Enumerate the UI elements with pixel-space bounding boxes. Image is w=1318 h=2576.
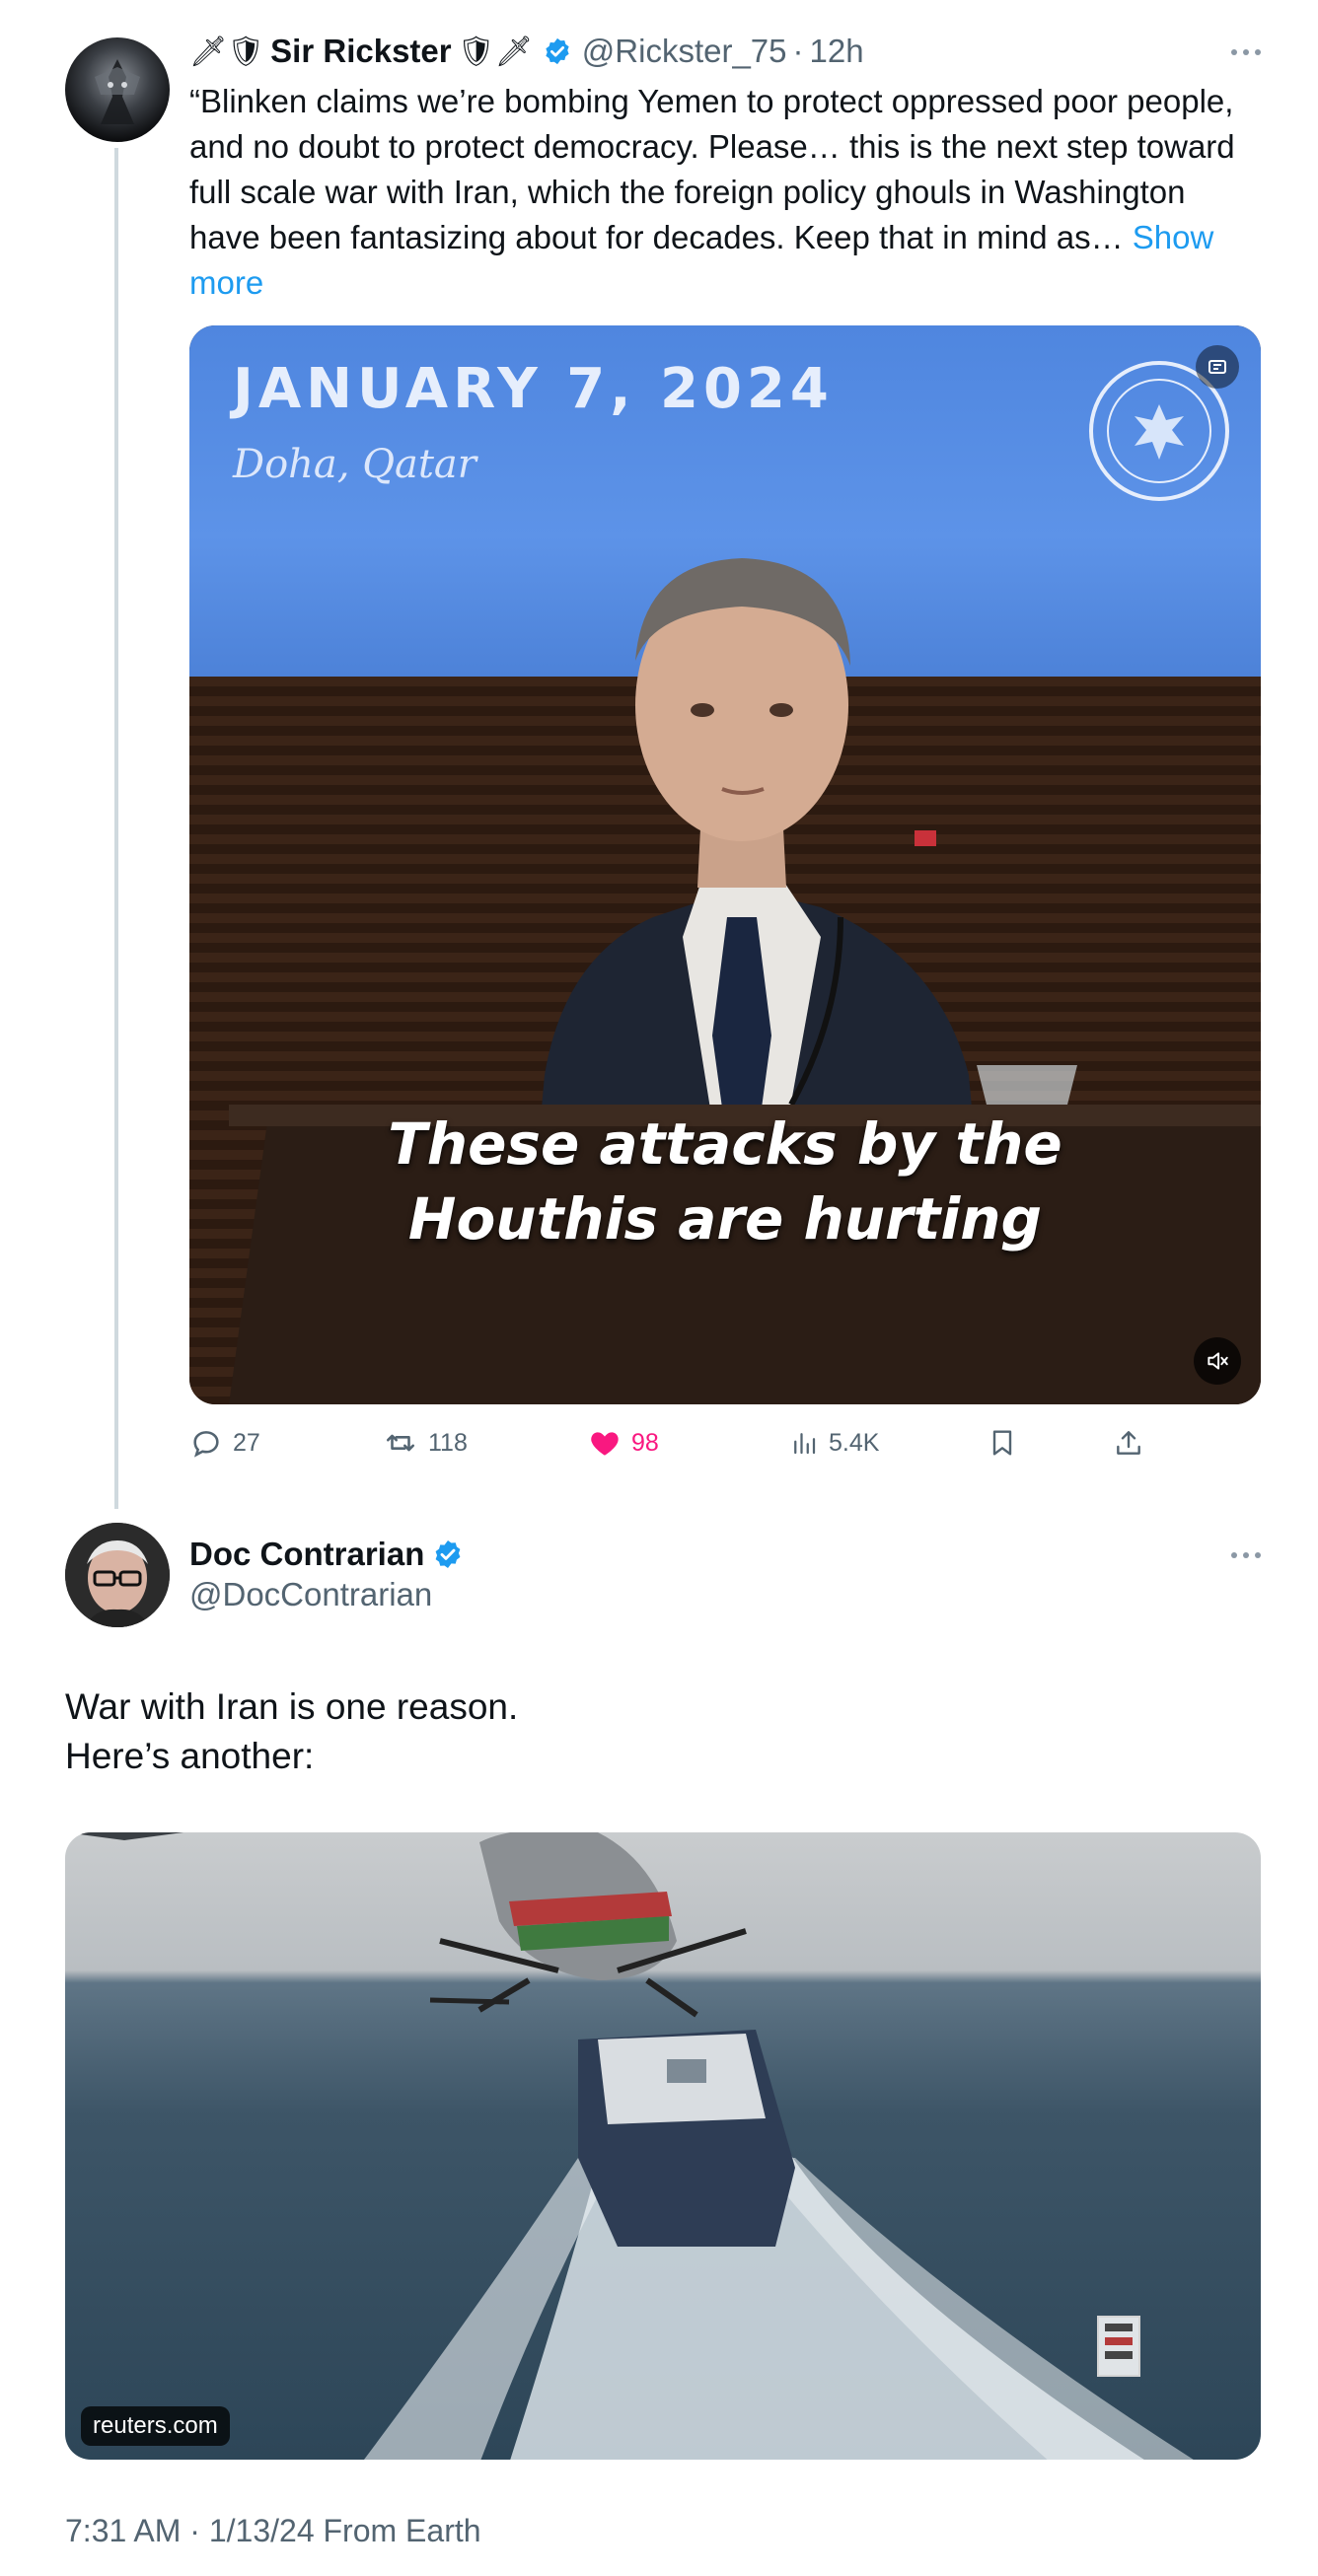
more-options-icon[interactable] [1231,49,1261,55]
ship-helicopter-scene [65,1832,1194,2460]
display-name[interactable]: Doc Contrarian [189,1536,424,1573]
like-button[interactable]: 98 [588,1426,659,1460]
verified-badge-icon [543,36,572,66]
source-domain-badge[interactable]: reuters.com [81,2406,230,2446]
tweet1-video[interactable]: JANUARY 7, 2024 Doha, Qatar These attack… [189,325,1261,1404]
repost-count: 118 [428,1428,468,1457]
handle[interactable]: @DocContrarian [189,1576,432,1613]
thread-connector-line [114,148,118,1509]
post-time[interactable]: 12h [810,33,864,70]
tweet1-action-bar: 27 118 98 5.4K [189,1422,1176,1466]
tweet2-image[interactable]: reuters.com [65,1832,1261,2460]
views-chart-icon [794,1433,816,1455]
post-timestamp[interactable]: 7:31 AM · 1/13/24 From Earth [65,2513,481,2549]
handle[interactable]: @Rickster_75 [582,33,787,70]
reply-button[interactable]: 27 [189,1426,260,1460]
repost-icon [386,1434,415,1452]
name-emoji-suffix: 🛡🗡 [457,35,533,68]
avatar-doc-contrarian[interactable] [65,1523,170,1627]
tweet1-header: 🗡🛡 Sir Rickster 🛡🗡 @Rickster_75 · 12h [189,30,1176,73]
tweet2-header: Doc Contrarian [189,1533,464,1576]
views-button[interactable]: 5.4K [789,1426,879,1460]
share-button[interactable] [1113,1426,1144,1460]
caption-line-1: These attacks by the [388,1110,1062,1178]
time-separator: · [792,33,804,69]
display-name[interactable]: Sir Rickster [270,33,451,70]
reply-count: 27 [233,1428,260,1457]
caption-line-2: Houthis are hurting [407,1185,1043,1252]
mute-toggle-icon[interactable] [1194,1337,1241,1385]
heart-filled-icon [591,1432,619,1456]
tweet1-text: “Blinken claims we’re bombing Yemen to p… [189,79,1255,306]
tweet2-text: War with Iran is one reason. Here’s anot… [65,1682,518,1781]
tweet2-text-line-1: War with Iran is one reason. [65,1686,519,1727]
bookmark-icon [992,1430,1012,1456]
video-caption: These attacks by the Houthis are hurting [189,1107,1261,1256]
channel-logo-watermark [1097,2316,1140,2377]
bookmark-button[interactable] [987,1426,1018,1460]
like-count: 98 [631,1428,659,1457]
name-emoji-prefix: 🗡🛡 [189,35,265,68]
repost-button[interactable]: 118 [383,1426,468,1460]
views-count: 5.4K [829,1428,880,1457]
avatar-sir-rickster[interactable] [65,37,170,142]
share-icon [1117,1431,1140,1455]
verified-badge-icon [432,1538,464,1570]
reply-icon [193,1431,219,1458]
tweet1-body: “Blinken claims we’re bombing Yemen to p… [189,83,1235,255]
more-options-icon[interactable] [1231,1552,1261,1558]
tweet2-text-line-2: Here’s another: [65,1736,315,1776]
